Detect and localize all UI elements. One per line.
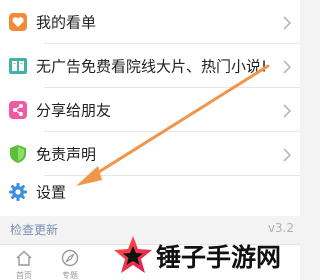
compass-icon	[61, 249, 79, 267]
menu-item-label: 设置	[36, 183, 67, 202]
menu-list: 我的看单 无广告免费看院线大片、热门小说! 分享给朋友 免责声明 设置	[0, 0, 300, 238]
menu-item-my-watchlist[interactable]: 我的看单	[0, 0, 300, 44]
tab-label: 专题	[62, 271, 78, 280]
tab-home[interactable]: 首页	[4, 245, 44, 280]
menu-item-settings[interactable]: 设置	[0, 170, 300, 214]
tab-topics[interactable]: 专题	[50, 245, 90, 280]
menu-item-label: 免责声明	[36, 145, 97, 164]
menu-item-ad-free-promo[interactable]: 无广告免费看院线大片、热门小说!	[0, 44, 300, 88]
chevron-right-icon	[282, 103, 292, 118]
settings-screen: 我的看单 无广告免费看院线大片、热门小说! 分享给朋友 免责声明 设置 检查更新…	[0, 0, 300, 280]
menu-item-share[interactable]: 分享给朋友	[0, 88, 300, 132]
chevron-right-icon	[282, 147, 292, 162]
shield-icon	[8, 144, 28, 164]
menu-item-label: 分享给朋友	[36, 101, 112, 120]
gear-icon	[8, 182, 28, 202]
watermark: 锤子手游网	[108, 232, 298, 278]
heart-icon	[8, 12, 28, 32]
menu-item-label: 我的看单	[36, 13, 97, 32]
star-logo-icon	[112, 234, 154, 276]
chevron-right-icon	[282, 59, 292, 74]
book-icon	[8, 56, 28, 76]
watermark-text: 锤子手游网	[156, 243, 282, 272]
chevron-right-icon	[282, 15, 292, 30]
home-icon	[15, 249, 33, 267]
menu-item-label: 无广告免费看院线大片、热门小说!	[36, 57, 268, 76]
tab-label: 首页	[16, 271, 32, 280]
share-icon	[8, 100, 28, 120]
check-update-label: 检查更新	[10, 223, 59, 237]
